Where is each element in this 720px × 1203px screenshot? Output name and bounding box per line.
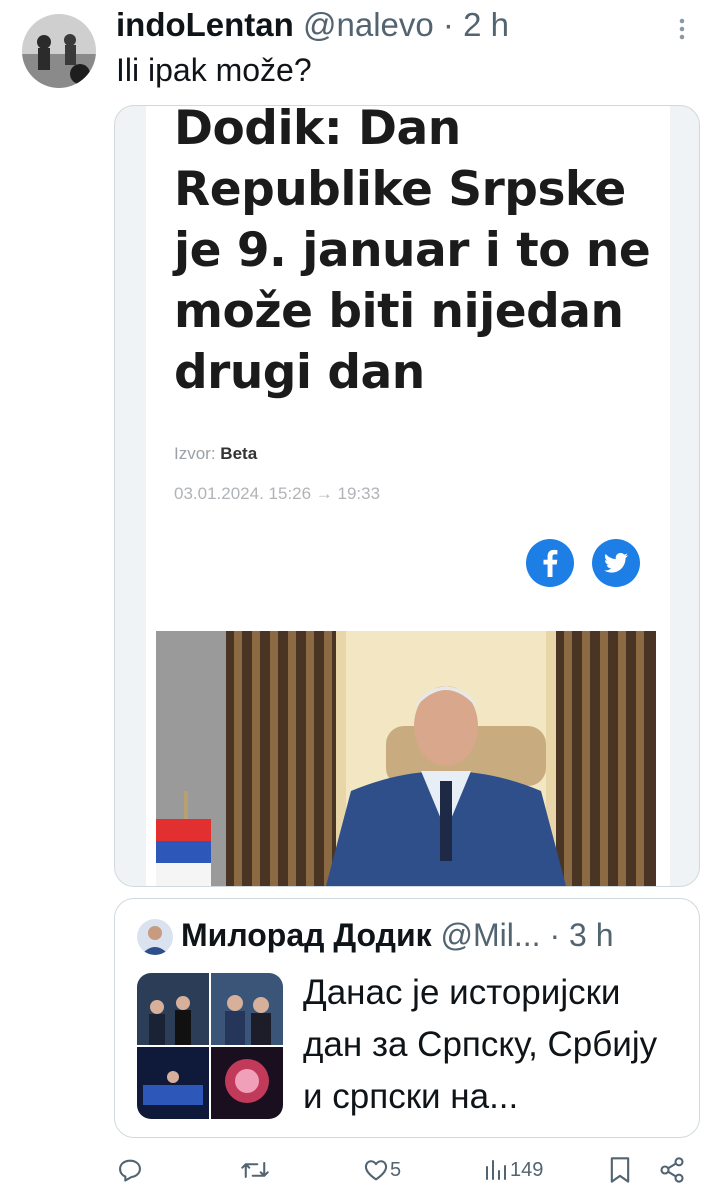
media-card[interactable]: Dodik: Dan Republike Srpske je 9. januar… (114, 105, 700, 887)
separator: · (442, 6, 454, 43)
quote-media-thumbnail (137, 973, 283, 1119)
quote-header: Милорад Додик @Mil... · 3 h (181, 917, 613, 954)
tweet-text: Ili ipak može? (116, 52, 312, 88)
reply-icon (116, 1156, 144, 1184)
share-button[interactable] (658, 1152, 686, 1188)
retweet-icon (240, 1156, 270, 1184)
facebook-icon (526, 539, 574, 587)
handle[interactable]: @nalevo (303, 6, 434, 43)
views-button[interactable]: 149 (484, 1152, 543, 1188)
share-icon (658, 1156, 686, 1184)
quote-display-name: Милорад Додик (181, 917, 432, 953)
views-count: 149 (510, 1158, 544, 1181)
article-date: 03.01.2024. 15:26 → 19:33 (174, 484, 381, 503)
avatar[interactable] (22, 14, 96, 88)
article-photo (156, 631, 656, 886)
reply-button[interactable] (116, 1152, 144, 1188)
more-icon[interactable] (672, 14, 692, 44)
source-label: Izvor: (174, 444, 216, 463)
quote-handle: @Mil... (440, 917, 541, 953)
display-name[interactable]: indoLentan (116, 6, 294, 43)
source-name: Beta (220, 444, 258, 463)
article-headline: Dodik: Dan Republike Srpske je 9. januar… (174, 105, 651, 400)
quote-timestamp: 3 h (569, 917, 614, 953)
like-count: 5 (390, 1158, 402, 1181)
twitter-icon (592, 539, 640, 587)
like-icon (362, 1156, 390, 1184)
quote-text: Данас је историјски дан за Српску, Србиј… (303, 973, 658, 1116)
retweet-button[interactable] (240, 1152, 270, 1188)
quote-separator: · (549, 917, 561, 953)
bookmark-button[interactable] (608, 1152, 632, 1188)
bookmark-icon (608, 1156, 632, 1184)
tweet-header: indoLentan @nalevo · 2 h (116, 6, 509, 44)
views-icon (484, 1157, 508, 1183)
quote-tweet[interactable]: Милорад Додик @Mil... · 3 h Данас је ист… (114, 898, 700, 1138)
article-source: Izvor: Beta (174, 444, 257, 464)
like-button[interactable]: 5 (362, 1152, 401, 1188)
quote-avatar (137, 919, 173, 955)
article-screenshot: Dodik: Dan Republike Srpske je 9. januar… (146, 106, 670, 886)
timestamp[interactable]: 2 h (463, 6, 509, 43)
